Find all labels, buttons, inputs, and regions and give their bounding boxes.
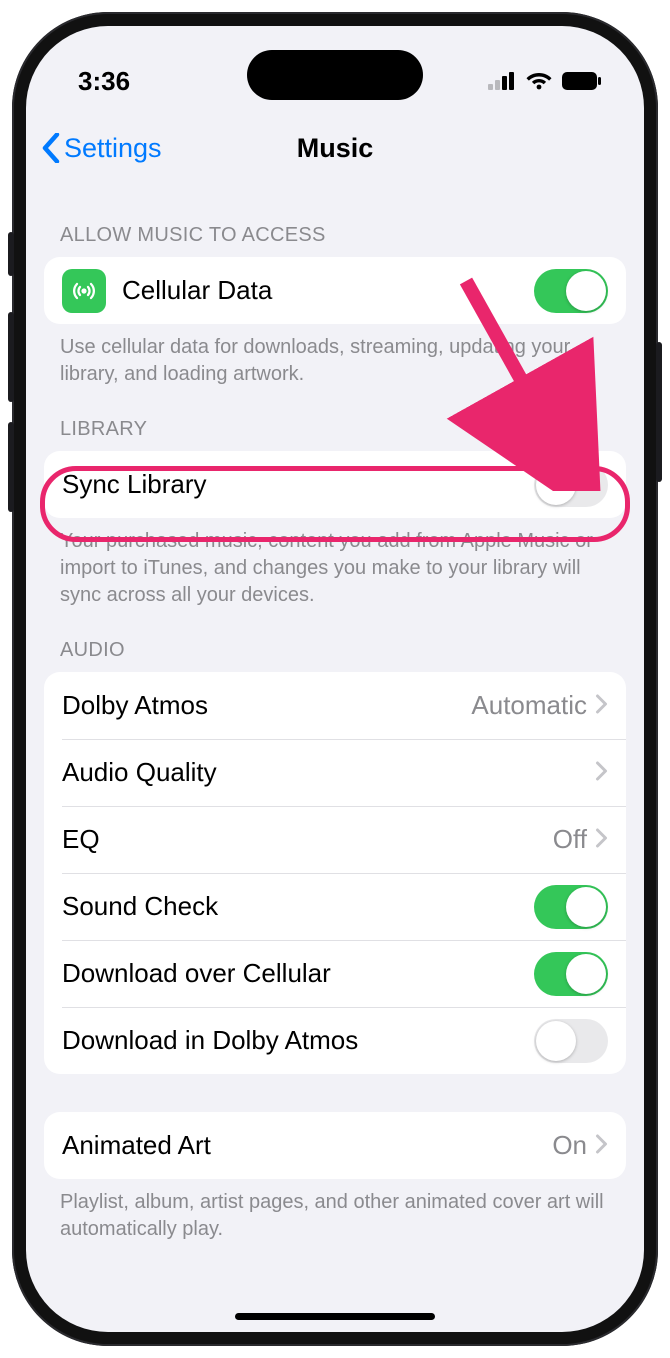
cellular-signal-icon (488, 66, 516, 97)
row-value: Automatic (471, 690, 587, 721)
row-label: Animated Art (62, 1130, 552, 1161)
row-label: Dolby Atmos (62, 690, 471, 721)
row-value: Off (553, 824, 587, 855)
section-header-audio: AUDIO (44, 617, 626, 672)
chevron-right-icon (595, 690, 608, 721)
row-download-cellular[interactable]: Download over Cellular (44, 940, 626, 1007)
section-footer-art: Playlist, album, artist pages, and other… (44, 1179, 626, 1251)
row-label: Sound Check (62, 891, 534, 922)
dynamic-island (247, 50, 423, 100)
row-label: EQ (62, 824, 553, 855)
wifi-icon (526, 66, 552, 97)
back-button[interactable]: Settings (40, 118, 162, 178)
chevron-right-icon (595, 1130, 608, 1161)
row-value: On (552, 1130, 587, 1161)
row-audio-quality[interactable]: Audio Quality (44, 739, 626, 806)
section-header-access: ALLOW MUSIC TO ACCESS (44, 202, 626, 257)
cellular-data-toggle[interactable] (534, 269, 608, 313)
download-dolby-toggle[interactable] (534, 1019, 608, 1063)
row-animated-art[interactable]: Animated Art On (44, 1112, 626, 1179)
row-sync-library[interactable]: Sync Library (44, 451, 626, 518)
group-library: Sync Library (44, 451, 626, 518)
section-footer-access: Use cellular data for downloads, streami… (44, 324, 626, 396)
row-label: Download over Cellular (62, 958, 534, 989)
row-eq[interactable]: EQ Off (44, 806, 626, 873)
group-audio: Dolby Atmos Automatic Audio Quality EQ O… (44, 672, 626, 1074)
antenna-icon (62, 269, 106, 313)
home-indicator[interactable] (235, 1313, 435, 1320)
group-animated-art: Animated Art On (44, 1112, 626, 1179)
sound-check-toggle[interactable] (534, 885, 608, 929)
row-download-dolby[interactable]: Download in Dolby Atmos (44, 1007, 626, 1074)
page-title: Music (297, 133, 374, 164)
row-dolby-atmos[interactable]: Dolby Atmos Automatic (44, 672, 626, 739)
section-header-library: LIBRARY (44, 396, 626, 451)
row-label: Sync Library (62, 469, 534, 500)
section-footer-library: Your purchased music, content you add fr… (44, 518, 626, 617)
row-label: Download in Dolby Atmos (62, 1025, 534, 1056)
back-label: Settings (64, 133, 162, 164)
chevron-right-icon (595, 824, 608, 855)
sync-library-toggle[interactable] (534, 463, 608, 507)
chevron-right-icon (595, 757, 608, 788)
chevron-left-icon (40, 133, 62, 163)
row-label: Audio Quality (62, 757, 595, 788)
battery-icon (562, 66, 602, 97)
nav-bar: Settings Music (26, 118, 644, 178)
download-cellular-toggle[interactable] (534, 952, 608, 996)
row-cellular-data[interactable]: Cellular Data (44, 257, 626, 324)
group-access: Cellular Data (44, 257, 626, 324)
status-time: 3:36 (78, 66, 130, 97)
row-label: Cellular Data (122, 275, 534, 306)
row-sound-check[interactable]: Sound Check (44, 873, 626, 940)
